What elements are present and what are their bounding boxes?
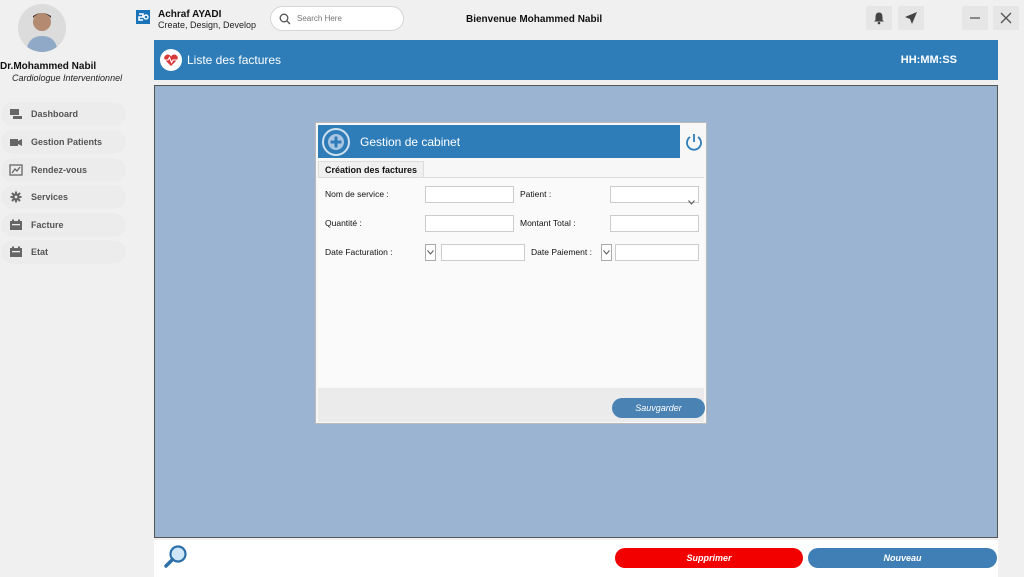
patients-icon xyxy=(10,139,22,146)
payment-date-dropdown-button[interactable] xyxy=(601,244,612,261)
invoice-form: Nom de service : Patient : Quantité : Mo… xyxy=(318,177,704,387)
sidebar-item-label: Facture xyxy=(31,220,64,230)
close-icon xyxy=(1000,12,1012,24)
brand-name: Achraf AYADI xyxy=(158,9,222,20)
dialog-footer: Sauvgarder xyxy=(318,388,705,422)
dashboard-icon xyxy=(10,109,22,119)
search-input[interactable] xyxy=(297,14,397,23)
delete-button[interactable]: Supprimer xyxy=(615,548,803,568)
total-input[interactable] xyxy=(610,215,699,232)
quantity-input[interactable] xyxy=(425,215,514,232)
chevron-down-icon xyxy=(603,250,610,255)
brand-tagline: Create, Design, Develop xyxy=(158,20,257,30)
sidebar-item-facture[interactable]: Facture xyxy=(2,214,125,236)
service-label: Nom de service : xyxy=(325,189,389,199)
invoice-date-label: Date Facturation : xyxy=(325,247,393,257)
clock: HH:MM:SS xyxy=(900,54,957,66)
zoom-search-icon[interactable] xyxy=(163,544,189,570)
payment-date-label: Date Paiement : xyxy=(531,247,592,257)
patient-select[interactable] xyxy=(610,186,699,205)
new-button[interactable]: Nouveau xyxy=(808,548,997,568)
chevron-down-icon xyxy=(427,250,434,255)
chevron-down-icon xyxy=(688,192,695,210)
sidebar-item-label: Etat xyxy=(31,247,49,257)
sidebar-item-label: Rendez-vous xyxy=(31,165,88,175)
invoice-date-input[interactable] xyxy=(441,244,525,261)
invoice-dialog: Gestion de cabinet Création des factures… xyxy=(315,122,707,424)
search-box[interactable] xyxy=(270,6,404,31)
close-button[interactable] xyxy=(993,6,1019,30)
avatar xyxy=(18,4,66,52)
total-label: Montant Total : xyxy=(520,218,576,228)
patient-label: Patient : xyxy=(520,189,552,199)
sidebar-item-label: Gestion Patients xyxy=(31,137,103,147)
sidebar-item-label: Services xyxy=(31,192,69,202)
page-title: Liste des factures xyxy=(187,53,282,67)
report-icon xyxy=(10,246,22,257)
sidebar-item-label: Dashboard xyxy=(31,109,79,119)
welcome-message: Bienvenue Mohammed Nabil xyxy=(466,14,603,25)
dialog-title: Gestion de cabinet xyxy=(360,135,461,149)
page-header: Liste des factures HH:MM:SS xyxy=(154,40,998,80)
tab-creation-factures[interactable]: Création des factures xyxy=(318,161,425,177)
sidebar-item-gestion-patients[interactable]: Gestion Patients xyxy=(2,131,125,153)
power-button[interactable] xyxy=(682,125,706,158)
save-button[interactable]: Sauvgarder xyxy=(612,398,705,418)
service-input[interactable] xyxy=(425,186,514,203)
brand-logo-icon xyxy=(136,10,150,24)
power-icon xyxy=(686,133,702,151)
sidebar-item-etat[interactable]: Etat xyxy=(2,241,125,263)
heart-pulse-icon xyxy=(160,49,182,71)
gear-icon xyxy=(10,191,22,203)
send-icon xyxy=(905,12,917,24)
invoice-date-dropdown-button[interactable] xyxy=(425,244,436,261)
quantity-label: Quantité : xyxy=(325,218,362,228)
dialog-header: Gestion de cabinet xyxy=(318,125,680,158)
notifications-button[interactable] xyxy=(866,6,892,30)
payment-date-input[interactable] xyxy=(615,244,699,261)
sidebar-item-services[interactable]: Services xyxy=(2,186,125,208)
doctor-name: Dr.Mohammed Nabil xyxy=(0,61,97,72)
calendar-icon xyxy=(9,164,23,176)
sidebar-item-dashboard[interactable]: Dashboard xyxy=(2,103,125,125)
minimize-button[interactable] xyxy=(962,6,988,30)
invoice-icon xyxy=(10,219,22,230)
clinic-logo-icon xyxy=(322,128,350,156)
bell-icon xyxy=(874,12,884,25)
sidebar-item-rendez-vous[interactable]: Rendez-vous xyxy=(2,159,125,181)
doctor-title: Cardiologue Interventionnel xyxy=(12,73,123,83)
minimize-icon xyxy=(970,17,980,19)
send-button[interactable] xyxy=(898,6,924,30)
search-icon xyxy=(279,13,291,24)
